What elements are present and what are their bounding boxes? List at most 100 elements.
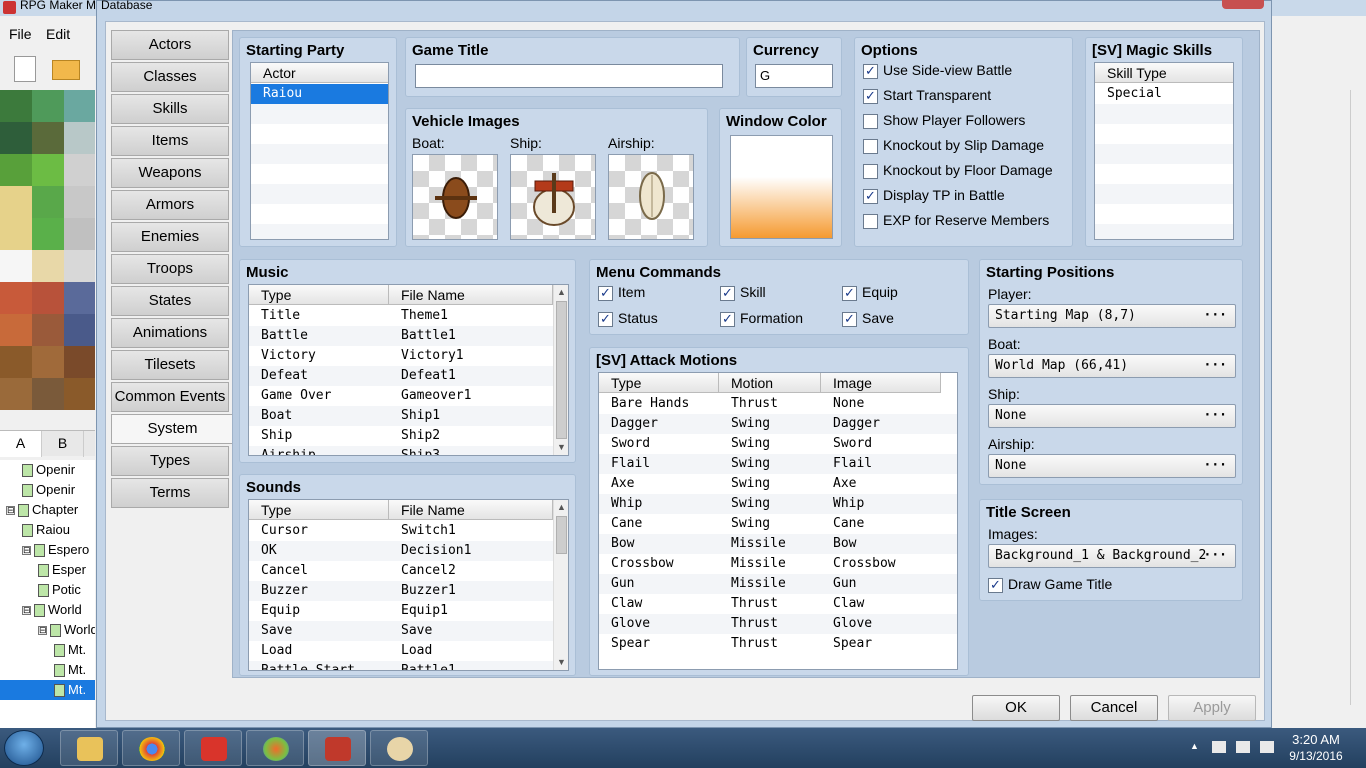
list-row[interactable] — [251, 204, 388, 224]
nav-actors[interactable]: Actors — [111, 30, 229, 60]
apply-button[interactable]: Apply — [1168, 695, 1256, 721]
tile-swatch[interactable] — [32, 282, 64, 314]
list-row[interactable] — [1095, 144, 1233, 164]
list-row[interactable]: Glove Thrust Glove — [599, 614, 957, 634]
tile-swatch[interactable] — [32, 314, 64, 346]
ship-image[interactable] — [510, 154, 596, 240]
tile-swatch[interactable] — [64, 250, 95, 282]
map-tree-item[interactable]: ⊟ Chapter — [0, 500, 95, 520]
checkbox-box[interactable]: ✓ — [842, 285, 857, 301]
list-row[interactable]: Dagger Swing Dagger — [599, 414, 957, 434]
map-tree-item[interactable]: Mt. — [0, 640, 95, 660]
list-row[interactable] — [1095, 164, 1233, 184]
tile-swatch[interactable] — [64, 346, 95, 378]
list-row[interactable]: Buzzer Buzzer1 — [249, 581, 568, 601]
list-row[interactable]: Cursor Switch1 — [249, 521, 568, 541]
tile-swatch[interactable] — [32, 250, 64, 282]
list-row[interactable] — [251, 124, 388, 144]
list-row[interactable]: Bow Missile Bow — [599, 534, 957, 554]
sounds-list[interactable]: Type File Name Cursor Switch1 OK Decision1 C… — [248, 499, 569, 671]
list-row[interactable]: Load Load — [249, 641, 568, 661]
taskbar-chrome[interactable] — [122, 730, 180, 766]
map-tree-item[interactable]: Esper — [0, 560, 95, 580]
clock-time[interactable]: 3:20 AM — [1286, 732, 1346, 747]
option-knockout-by-slip-damage[interactable]: Knockout by Slip Damage — [863, 137, 1044, 154]
player-position-picker[interactable]: Starting Map (8,7) ··· — [988, 304, 1236, 328]
tile-swatch[interactable] — [0, 378, 32, 410]
magic-skills-list[interactable]: Skill Type Special — [1094, 62, 1234, 240]
tile-swatch[interactable] — [0, 186, 32, 218]
boat-position-picker[interactable]: World Map (66,41) ··· — [988, 354, 1236, 378]
attack-header-image[interactable]: Image — [821, 373, 941, 393]
flag-icon[interactable] — [1212, 741, 1226, 753]
map-tree-item[interactable]: ⊟ Espero — [0, 540, 95, 560]
tile-swatch[interactable] — [0, 282, 32, 314]
option-display-tp-in-battle[interactable]: ✓ Display TP in Battle — [863, 187, 1005, 204]
tile-tab-b[interactable]: B — [42, 431, 84, 457]
nav-common-events[interactable]: Common Events — [111, 382, 229, 412]
tile-swatch[interactable] — [32, 346, 64, 378]
list-row[interactable]: Crossbow Missile Crossbow — [599, 554, 957, 574]
map-tree-item[interactable]: Mt. — [0, 660, 95, 680]
menu-cmd-equip[interactable]: ✓ Equip — [842, 284, 898, 301]
list-row[interactable] — [1095, 224, 1233, 239]
menu-edit[interactable]: Edit — [46, 26, 70, 42]
option-exp-for-reserve-members[interactable]: EXP for Reserve Members — [863, 212, 1049, 229]
nav-items[interactable]: Items — [111, 126, 229, 156]
tile-swatch[interactable] — [0, 218, 32, 250]
music-header-type[interactable]: Type — [249, 285, 389, 305]
show-hidden-icon[interactable]: ▲ — [1190, 741, 1204, 753]
nav-tilesets[interactable]: Tilesets — [111, 350, 229, 380]
list-row[interactable] — [251, 164, 388, 184]
list-row[interactable]: Gun Missile Gun — [599, 574, 957, 594]
attack-motions-list[interactable]: Type Motion Image Bare Hands Thrust None Da… — [598, 372, 958, 670]
ship-position-picker[interactable]: None ··· — [988, 404, 1236, 428]
checkbox-box[interactable]: ✓ — [598, 285, 613, 301]
cancel-button[interactable]: Cancel — [1070, 695, 1158, 721]
tile-swatch[interactable] — [64, 314, 95, 346]
list-row[interactable]: Battle Battle1 — [249, 326, 568, 346]
scroll-up-icon[interactable]: ▲ — [554, 500, 568, 515]
taskbar-game[interactable] — [184, 730, 242, 766]
nav-troops[interactable]: Troops — [111, 254, 229, 284]
tile-swatch[interactable] — [64, 186, 95, 218]
clock-date[interactable]: 9/13/2016 — [1280, 749, 1352, 763]
music-scrollbar[interactable]: ▲ ▼ — [553, 285, 568, 455]
tile-swatch[interactable] — [64, 378, 95, 410]
airship-position-picker[interactable]: None ··· — [988, 454, 1236, 478]
attack-header-motion[interactable]: Motion — [719, 373, 821, 393]
list-row[interactable] — [251, 184, 388, 204]
network-icon[interactable] — [1236, 741, 1250, 753]
tile-swatch[interactable] — [64, 154, 95, 186]
list-row[interactable]: Game Over Gameover1 — [249, 386, 568, 406]
list-row[interactable]: Flail Swing Flail — [599, 454, 957, 474]
music-list[interactable]: Type File Name Title Theme1 Battle Battle1 V… — [248, 284, 569, 456]
collapse-icon[interactable]: ⊟ — [22, 606, 31, 616]
tile-swatch[interactable] — [32, 154, 64, 186]
main-scrollbar[interactable] — [1350, 90, 1366, 705]
tile-swatch[interactable] — [0, 346, 32, 378]
list-row[interactable]: Axe Swing Axe — [599, 474, 957, 494]
menu-cmd-item[interactable]: ✓ Item — [598, 284, 645, 301]
open-folder-icon[interactable] — [52, 60, 80, 80]
new-project-icon[interactable] — [14, 56, 36, 82]
list-row[interactable]: Save Save — [249, 621, 568, 641]
menu-cmd-formation[interactable]: ✓ Formation — [720, 310, 803, 327]
option-show-player-followers[interactable]: Show Player Followers — [863, 112, 1025, 129]
menu-file[interactable]: File — [9, 26, 32, 42]
draw-game-title-checkbox[interactable]: ✓ Draw Game Title — [988, 576, 1112, 593]
checkbox-box[interactable]: ✓ — [598, 311, 613, 327]
checkbox-box[interactable] — [863, 138, 878, 154]
list-row[interactable]: OK Decision1 — [249, 541, 568, 561]
tile-tab-a[interactable]: A — [0, 431, 42, 457]
list-row[interactable]: Raiou — [251, 84, 388, 104]
checkbox-box[interactable] — [863, 163, 878, 179]
boat-image[interactable] — [412, 154, 498, 240]
scroll-down-icon[interactable]: ▼ — [554, 655, 568, 670]
taskbar-rpgmaker[interactable] — [308, 730, 366, 766]
tile-swatch[interactable] — [0, 154, 32, 186]
list-row[interactable] — [251, 224, 388, 239]
collapse-icon[interactable]: ⊟ — [6, 506, 15, 516]
list-row[interactable]: Special — [1095, 84, 1233, 104]
list-row[interactable]: Claw Thrust Claw — [599, 594, 957, 614]
